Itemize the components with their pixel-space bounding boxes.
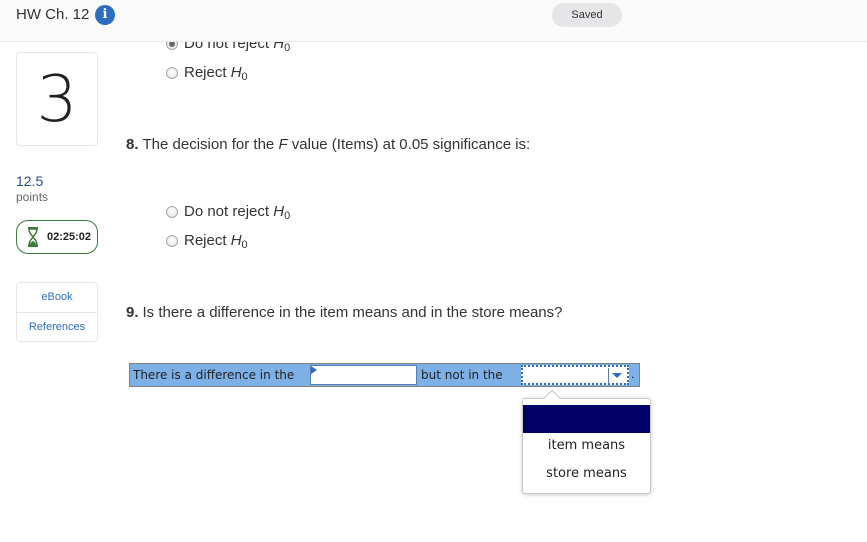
question-number: 3 <box>16 52 98 146</box>
radio-button[interactable] <box>166 206 178 218</box>
chevron-down-icon[interactable] <box>612 373 622 378</box>
menu-caret <box>543 389 561 407</box>
resource-links: eBook References <box>16 282 98 342</box>
assignment-title: HW Ch. 12 <box>16 6 90 23</box>
hourglass-icon <box>28 227 38 247</box>
q8-option-do-not-reject[interactable]: Do not reject H0 <box>166 202 290 222</box>
dropdown-separator <box>608 368 609 384</box>
radio-button[interactable] <box>166 67 178 79</box>
dropdown-marker-icon <box>311 366 317 374</box>
dropdown-menu: item means store means <box>522 389 651 494</box>
info-circle-icon[interactable]: i <box>95 5 115 25</box>
option-reject-prev[interactable]: Reject H0 <box>166 63 248 83</box>
option-label: Reject H0 <box>184 231 248 251</box>
q8-option-reject[interactable]: Reject H0 <box>166 231 248 251</box>
sentence-period: . <box>631 367 635 381</box>
radio-button[interactable] <box>166 235 178 247</box>
menu-option-store-means[interactable]: store means <box>523 461 650 487</box>
references-link[interactable]: References <box>17 312 97 341</box>
top-bar: HW Ch. 12 i Saved <box>0 0 867 42</box>
question-8-text: 8. The decision for the F value (Items) a… <box>126 136 531 153</box>
points-label: points <box>16 190 49 204</box>
option-label: Reject H0 <box>184 63 248 83</box>
menu-option-blank[interactable] <box>523 405 650 433</box>
sentence-part-1: There is a difference in the <box>133 368 295 382</box>
dropdown-2[interactable] <box>521 365 629 385</box>
save-status-badge: Saved <box>552 3 622 27</box>
timer: 02:25:02 <box>16 220 98 254</box>
menu-option-item-means[interactable]: item means <box>523 433 650 459</box>
fill-in-sentence: There is a difference in the but not in … <box>129 363 640 387</box>
sentence-part-2: but not in the <box>421 368 503 382</box>
option-label: Do not reject H0 <box>184 202 291 222</box>
points-value: 12.5 <box>16 173 44 189</box>
timer-value: 02:25:02 <box>47 231 92 243</box>
dropdown-1[interactable] <box>310 365 417 385</box>
question-9-text: 9. Is there a difference in the item mean… <box>126 304 563 321</box>
ebook-link[interactable]: eBook <box>17 283 97 312</box>
